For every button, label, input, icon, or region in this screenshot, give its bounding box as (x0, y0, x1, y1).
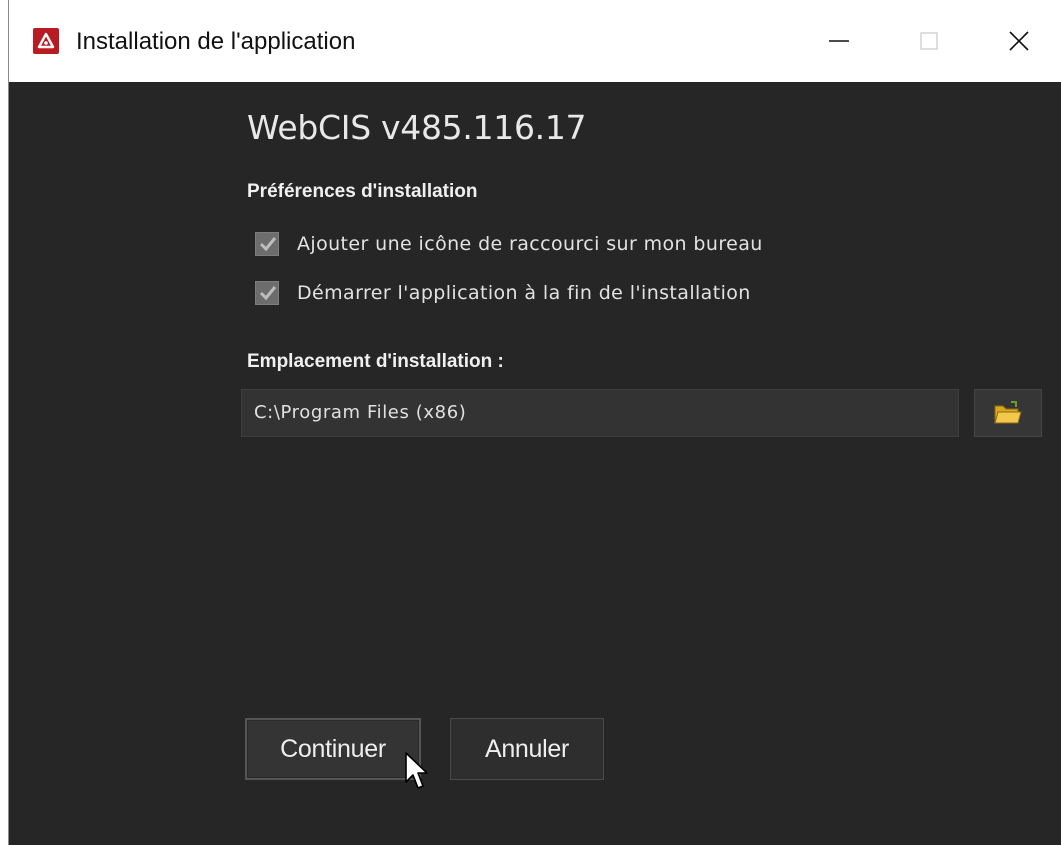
checkmark-icon (259, 237, 277, 252)
app-logo-icon (33, 28, 59, 54)
close-button[interactable] (974, 0, 1061, 82)
maximize-button[interactable] (884, 0, 974, 82)
title-bar[interactable]: Installation de l'application (9, 0, 1061, 82)
launch-option-label: Démarrer l'application à la fin de l'ins… (297, 282, 751, 304)
launch-checkbox[interactable] (255, 281, 279, 305)
shortcut-option-label: Ajouter une icône de raccourci sur mon b… (297, 233, 763, 255)
minimize-button[interactable] (794, 0, 884, 82)
preferences-heading: Préférences d'installation (247, 181, 478, 202)
product-title: WebCIS v485.116.17 (247, 108, 587, 147)
minimize-icon (829, 40, 849, 42)
launch-option[interactable]: Démarrer l'application à la fin de l'ins… (255, 280, 751, 306)
shortcut-option[interactable]: Ajouter une icône de raccourci sur mon b… (255, 231, 763, 257)
shortcut-checkbox[interactable] (255, 232, 279, 256)
checkmark-icon (259, 286, 277, 301)
install-path-input[interactable]: C:\Program Files (x86) (241, 389, 959, 437)
cancel-button[interactable]: Annuler (450, 718, 604, 780)
maximize-icon (920, 32, 938, 50)
continue-button[interactable]: Continuer (245, 718, 421, 780)
installer-window: Installation de l'application WebCIS v48… (8, 0, 1061, 845)
browse-folder-button[interactable] (974, 389, 1042, 437)
window-title: Installation de l'application (76, 28, 356, 55)
mouse-cursor-icon (405, 752, 428, 789)
location-heading: Emplacement d'installation : (247, 351, 504, 372)
folder-open-icon (994, 401, 1022, 424)
close-icon (1009, 31, 1029, 51)
